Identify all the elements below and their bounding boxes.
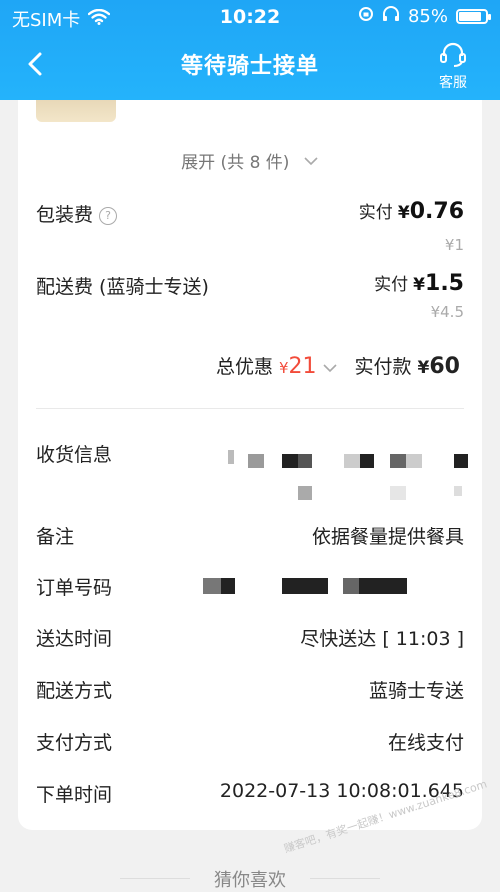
paid-amount-value: ¥60 xyxy=(418,354,460,379)
packaging-currency: ¥ xyxy=(397,203,410,223)
remark-value: 依据餐量提供餐具 xyxy=(311,526,464,548)
packaging-fee-row: 包装费? xyxy=(36,200,118,227)
expand-label: 展开 (共 8 件) xyxy=(181,153,290,173)
battery-icon xyxy=(456,9,491,24)
delivery-actual-value: 1.5 xyxy=(425,271,464,296)
order-time-label: 下单时间 xyxy=(36,784,113,806)
delivery-method-value: 蓝骑士专送 xyxy=(368,680,464,702)
payment-method-value: 在线支付 xyxy=(387,732,464,754)
battery-level xyxy=(459,12,482,21)
discount-amount: 21 xyxy=(288,354,317,379)
packaging-actual-value: 0.76 xyxy=(409,199,464,224)
arrival-time-label: 送达时间 xyxy=(36,628,113,650)
header: 无SIM卡 10:22 85% 等待骑士接单 客服 xyxy=(0,0,500,100)
order-detail-card: 展开 (共 8 件) 包装费? 实付 ¥0.76 ¥1 配送费 (蓝骑士专送) … xyxy=(18,100,482,830)
delivery-actual-label: 实付 xyxy=(374,275,409,295)
packaging-fee-label: 包装费 xyxy=(36,204,94,226)
rotation-lock-icon xyxy=(358,6,374,27)
status-bar: 无SIM卡 10:22 85% xyxy=(0,0,500,34)
paid-currency: ¥ xyxy=(417,358,430,378)
order-number-label: 订单号码 xyxy=(36,577,113,599)
total-discount-value[interactable]: ¥21 xyxy=(279,354,317,379)
page-title: 等待骑士接单 xyxy=(180,54,319,79)
nav-bar: 等待骑士接单 客服 xyxy=(0,36,500,96)
receiver-info-label: 收货信息 xyxy=(36,444,113,466)
chevron-down-icon xyxy=(304,157,318,166)
product-thumbnail xyxy=(36,100,116,122)
order-summary: 总优惠 ¥21 实付款 ¥60 xyxy=(216,352,460,379)
customer-service-label: 客服 xyxy=(439,75,467,91)
recommendations-heading: 猜你喜欢 xyxy=(214,870,286,891)
delivery-method-label: 配送方式 xyxy=(36,680,113,702)
headset-icon xyxy=(440,42,466,67)
delivery-currency: ¥ xyxy=(413,275,426,295)
battery-percent: 85% xyxy=(407,6,448,27)
paid-amount-label: 实付款 xyxy=(354,356,412,378)
total-discount-label: 总优惠 xyxy=(215,356,273,378)
arrival-time-value: 尽快送达 [ 11:03 ] xyxy=(300,628,464,650)
delivery-original-price: ¥4.5 xyxy=(430,303,464,321)
delivery-fee-price: 实付 ¥1.5 xyxy=(374,270,464,296)
remark-label: 备注 xyxy=(36,526,75,548)
payment-method-label: 支付方式 xyxy=(36,732,113,754)
discount-currency: ¥ xyxy=(278,359,289,377)
help-icon[interactable]: ? xyxy=(99,207,118,225)
expand-items-button[interactable]: 展开 (共 8 件) xyxy=(18,148,482,173)
delivery-fee-label: 配送费 (蓝骑士专送) xyxy=(36,276,209,298)
order-number-redacted[interactable] xyxy=(198,576,428,596)
packaging-original-price: ¥1 xyxy=(444,236,464,254)
discount-chevron-icon[interactable] xyxy=(322,359,337,377)
packaging-fee-price: 实付 ¥0.76 xyxy=(359,198,464,224)
headphones-icon xyxy=(382,6,400,27)
customer-service-button[interactable]: 客服 xyxy=(428,42,478,92)
packaging-actual-label: 实付 xyxy=(358,203,393,223)
receiver-info-redacted xyxy=(218,444,482,504)
paid-amount: 60 xyxy=(429,354,460,379)
divider xyxy=(36,408,464,409)
